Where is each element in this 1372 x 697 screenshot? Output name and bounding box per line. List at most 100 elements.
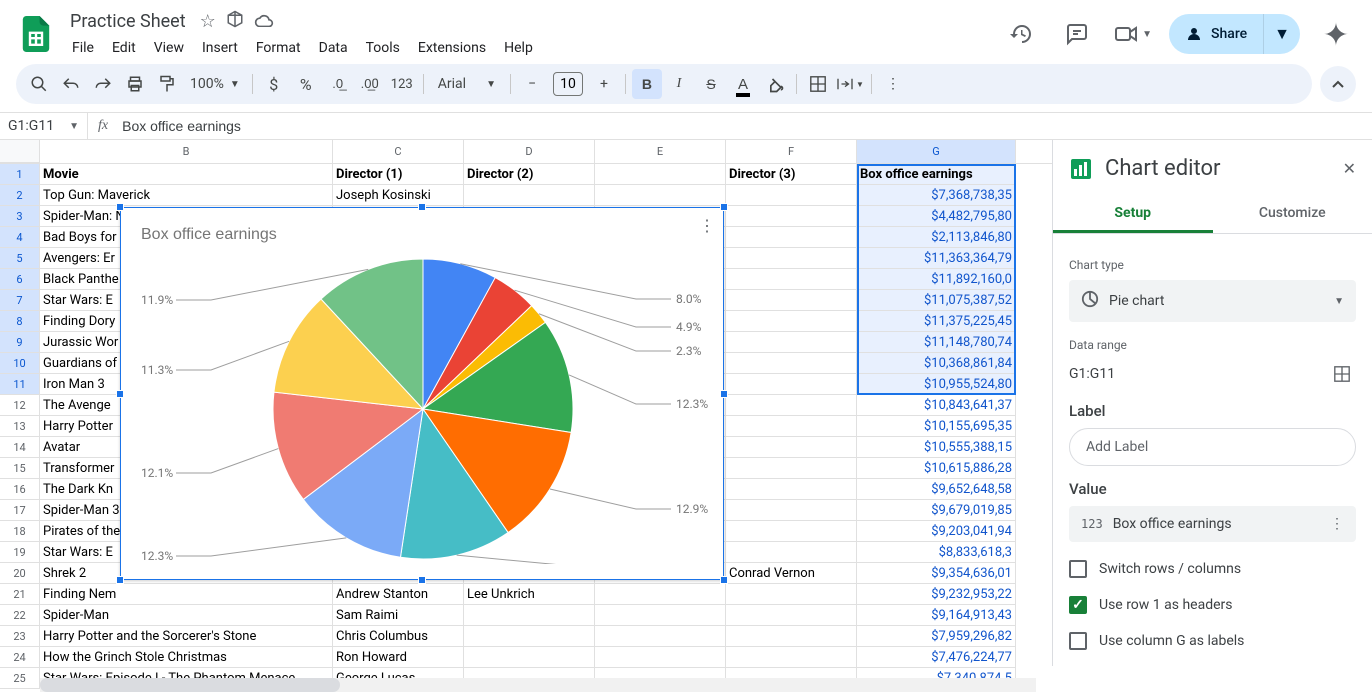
- cell[interactable]: Ron Howard: [333, 647, 464, 668]
- cell[interactable]: [464, 626, 595, 647]
- menu-tools[interactable]: Tools: [358, 36, 408, 60]
- row-header[interactable]: 19: [0, 542, 40, 563]
- cell[interactable]: $9,232,953,22: [857, 584, 1016, 605]
- tab-setup[interactable]: Setup: [1053, 193, 1213, 233]
- row-header[interactable]: 14: [0, 437, 40, 458]
- cell[interactable]: [464, 647, 595, 668]
- redo-icon[interactable]: [88, 69, 118, 99]
- share-button[interactable]: Share ▼: [1169, 14, 1300, 54]
- cell[interactable]: [595, 626, 726, 647]
- tab-customize[interactable]: Customize: [1213, 193, 1372, 233]
- name-box[interactable]: G1:G11▼: [0, 113, 88, 139]
- print-icon[interactable]: [120, 69, 150, 99]
- row-header[interactable]: 18: [0, 521, 40, 542]
- cell[interactable]: Box office earnings: [857, 164, 1016, 185]
- menu-file[interactable]: File: [64, 36, 102, 60]
- cell[interactable]: Top Gun: Maverick: [40, 185, 333, 206]
- cell[interactable]: $10,843,641,37: [857, 395, 1016, 416]
- col-g-labels-checkbox[interactable]: Use column G as labels: [1069, 632, 1356, 650]
- cell[interactable]: $10,368,861,84: [857, 353, 1016, 374]
- cell[interactable]: Andrew Stanton: [333, 584, 464, 605]
- cell[interactable]: [726, 584, 857, 605]
- menu-format[interactable]: Format: [248, 36, 309, 60]
- text-color-button[interactable]: A: [728, 69, 758, 99]
- cell[interactable]: [726, 647, 857, 668]
- undo-icon[interactable]: [56, 69, 86, 99]
- cell[interactable]: $9,164,913,43: [857, 605, 1016, 626]
- cell[interactable]: [726, 311, 857, 332]
- col-header-F[interactable]: F: [726, 140, 857, 163]
- row-header[interactable]: 3: [0, 206, 40, 227]
- cell[interactable]: [726, 626, 857, 647]
- cell[interactable]: [726, 185, 857, 206]
- meet-icon[interactable]: ▼: [1113, 14, 1153, 54]
- cell[interactable]: Joseph Kosinski: [333, 185, 464, 206]
- more-icon[interactable]: ⋮: [878, 69, 908, 99]
- row-header[interactable]: 13: [0, 416, 40, 437]
- row-header[interactable]: 10: [0, 353, 40, 374]
- cell[interactable]: Sam Raimi: [333, 605, 464, 626]
- row-header[interactable]: 20: [0, 563, 40, 584]
- cell[interactable]: $7,368,738,35: [857, 185, 1016, 206]
- value-more-icon[interactable]: ⋮: [1330, 516, 1344, 532]
- cell[interactable]: $10,955,524,80: [857, 374, 1016, 395]
- cell[interactable]: $10,615,886,28: [857, 458, 1016, 479]
- row-header[interactable]: 8: [0, 311, 40, 332]
- sheets-logo[interactable]: [16, 14, 56, 54]
- col-header-B[interactable]: B: [40, 140, 333, 163]
- currency-icon[interactable]: $: [259, 69, 289, 99]
- doc-title[interactable]: Practice Sheet: [64, 9, 192, 34]
- cell[interactable]: $2,113,846,80: [857, 227, 1016, 248]
- merge-button[interactable]: ▼: [835, 69, 865, 99]
- add-label-button[interactable]: Add Label: [1069, 428, 1356, 466]
- cell[interactable]: $11,075,387,52: [857, 290, 1016, 311]
- row-header[interactable]: 24: [0, 647, 40, 668]
- cell[interactable]: $7,959,296,82: [857, 626, 1016, 647]
- row-header[interactable]: 11: [0, 374, 40, 395]
- cell[interactable]: [726, 290, 857, 311]
- cell[interactable]: [595, 647, 726, 668]
- comment-icon[interactable]: [1057, 14, 1097, 54]
- cell[interactable]: [464, 605, 595, 626]
- borders-button[interactable]: [803, 69, 833, 99]
- cell[interactable]: How the Grinch Stole Christmas: [40, 647, 333, 668]
- strikethrough-button[interactable]: S: [696, 69, 726, 99]
- cell[interactable]: $7,476,224,77: [857, 647, 1016, 668]
- font-select[interactable]: Arial▼: [430, 76, 504, 92]
- cell[interactable]: [595, 164, 726, 185]
- cell[interactable]: [726, 269, 857, 290]
- menu-help[interactable]: Help: [496, 36, 541, 60]
- row-header[interactable]: 23: [0, 626, 40, 647]
- col-header-C[interactable]: C: [333, 140, 464, 163]
- row-header[interactable]: 21: [0, 584, 40, 605]
- row-header[interactable]: 9: [0, 332, 40, 353]
- cloud-icon[interactable]: [254, 11, 274, 32]
- cell[interactable]: [726, 332, 857, 353]
- cell[interactable]: [726, 605, 857, 626]
- cell[interactable]: $4,482,795,80: [857, 206, 1016, 227]
- cell[interactable]: [464, 185, 595, 206]
- more-formats-icon[interactable]: 123: [387, 69, 417, 99]
- cell[interactable]: [726, 479, 857, 500]
- row-header[interactable]: 2: [0, 185, 40, 206]
- col-header-D[interactable]: D: [464, 140, 595, 163]
- cell[interactable]: Director (2): [464, 164, 595, 185]
- value-select[interactable]: 123 Box office earnings ⋮: [1069, 506, 1356, 542]
- cell[interactable]: [726, 437, 857, 458]
- cell[interactable]: Lee Unkrich: [464, 584, 595, 605]
- cell[interactable]: Movie: [40, 164, 333, 185]
- cell[interactable]: $8,833,618,3: [857, 542, 1016, 563]
- row-header[interactable]: 25: [0, 668, 40, 689]
- font-size-input[interactable]: [553, 72, 583, 96]
- decrease-decimal-icon[interactable]: .0̲: [323, 69, 353, 99]
- chart[interactable]: ⋮ Box office earnings 8.0%4.9%2.3%12.3%1…: [120, 207, 724, 580]
- menu-extensions[interactable]: Extensions: [410, 36, 494, 60]
- menu-view[interactable]: View: [146, 36, 192, 60]
- cell[interactable]: Harry Potter and the Sorcerer's Stone: [40, 626, 333, 647]
- cell[interactable]: [726, 353, 857, 374]
- cell[interactable]: $9,354,636,01: [857, 563, 1016, 584]
- zoom-select[interactable]: 100%▼: [184, 76, 246, 92]
- cell[interactable]: $9,652,648,58: [857, 479, 1016, 500]
- chart-type-select[interactable]: Pie chart ▼: [1069, 280, 1356, 322]
- search-icon[interactable]: [24, 69, 54, 99]
